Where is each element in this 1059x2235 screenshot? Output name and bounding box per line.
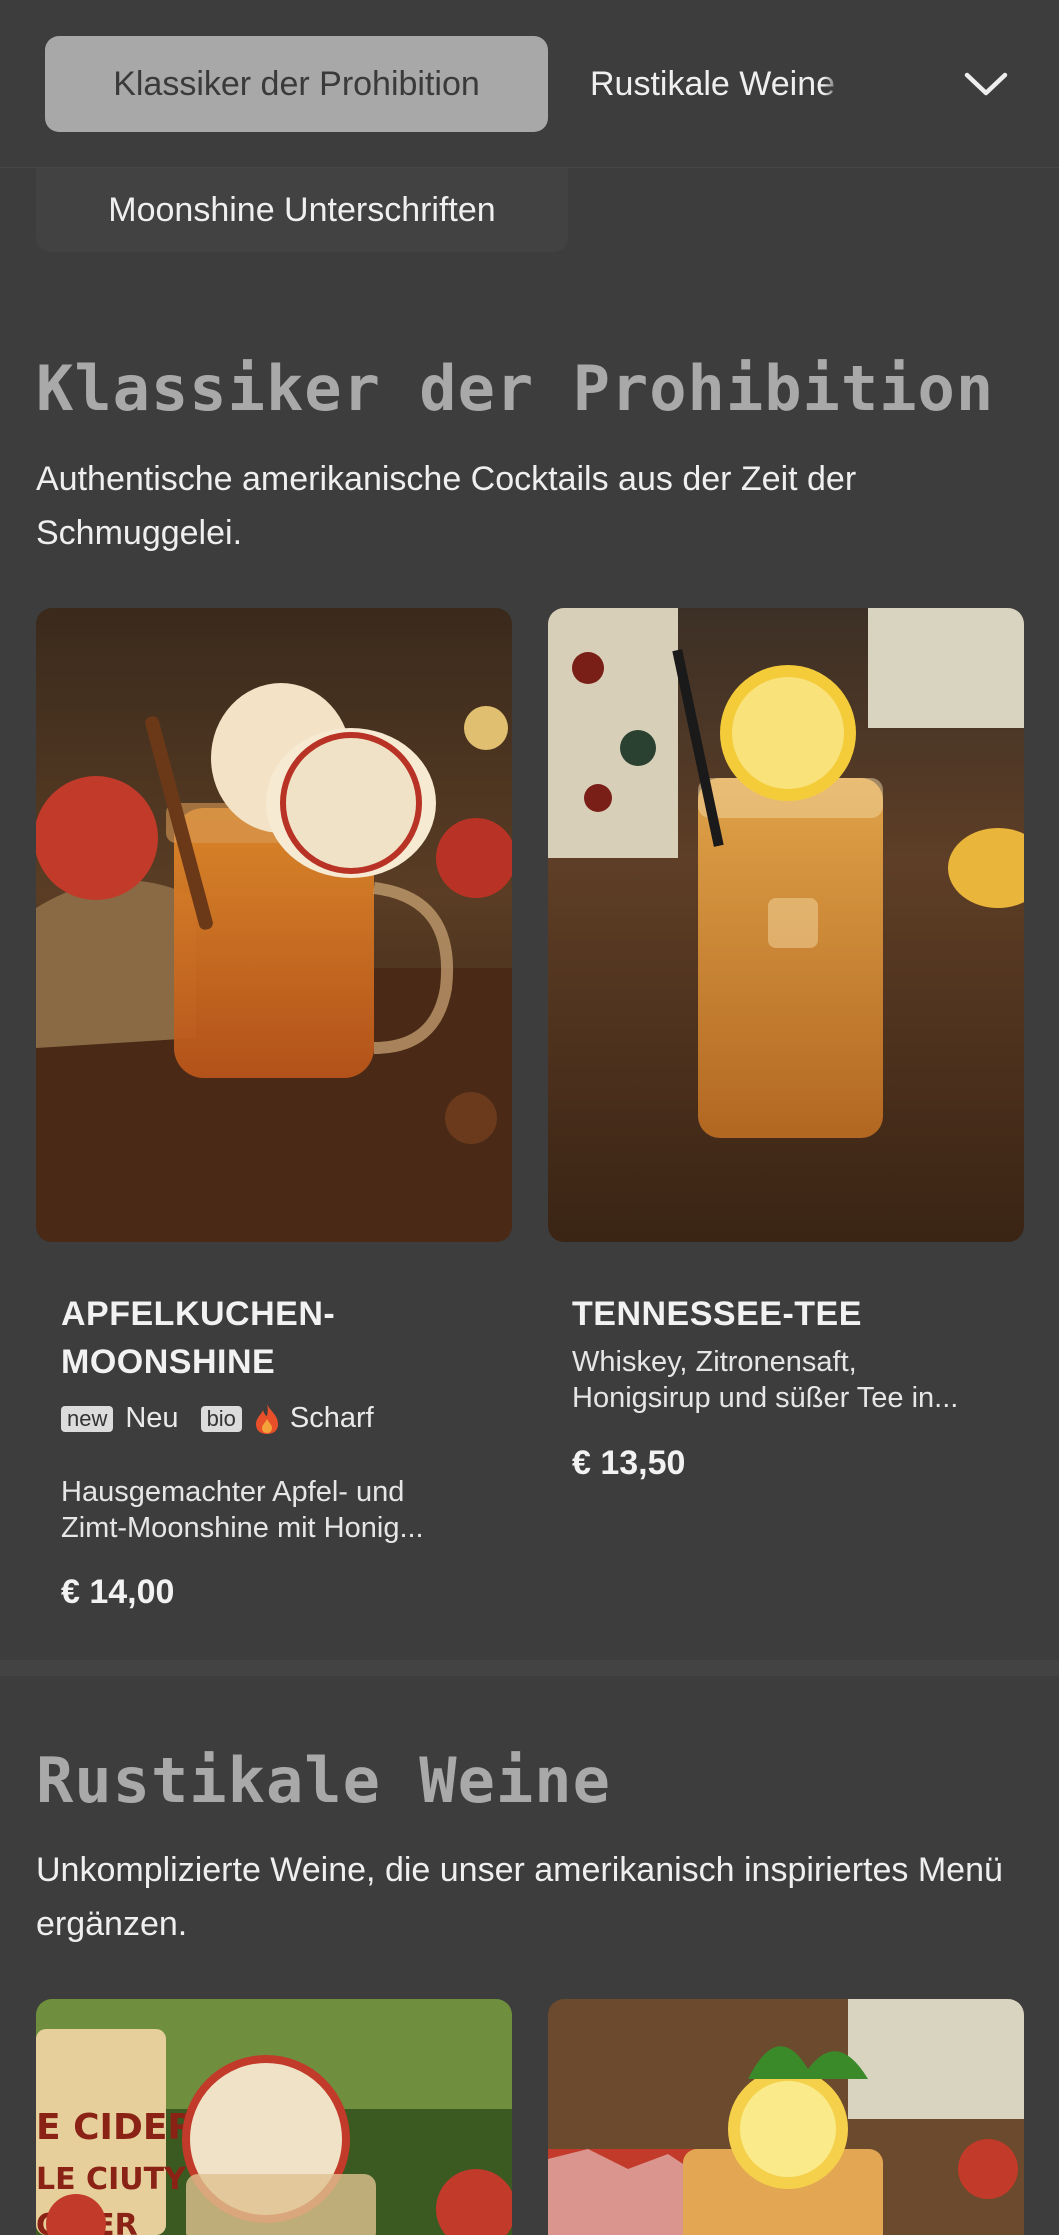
item-badges: new Neu bio Scharf [61, 1402, 374, 1435]
section-divider [0, 1660, 1059, 1676]
sign-text: LE CIUTY [36, 2162, 187, 2197]
product-image-apfelkuchen[interactable] [36, 608, 512, 1242]
item-description: Whiskey, Zitronensaft, Honigsirup und sü… [572, 1344, 958, 1416]
section-description: Unkomplizierte Weine, die unser amerikan… [36, 1851, 1003, 1943]
tab-label: Klassiker der Prohibition [113, 64, 480, 103]
item-description: Hausgemachter Apfel- und Zimt-Moonshine … [61, 1474, 424, 1546]
new-badge-tag: new [61, 1405, 114, 1432]
flame-icon [254, 1403, 280, 1435]
item-name-line: MOONSHINE [61, 1343, 276, 1381]
bio-badge-tag: bio [200, 1405, 242, 1432]
chevron-down-icon[interactable] [960, 58, 1012, 110]
item-description-line: Honigsirup und süßer Tee in... [572, 1382, 959, 1414]
section-title: Klassiker der Prohibition [36, 352, 995, 425]
item-description-line: Hausgemachter Apfel- und [61, 1476, 405, 1508]
tab-label: Moonshine Unterschriften [108, 190, 496, 229]
item-description-line: Whiskey, Zitronensaft, [572, 1346, 857, 1378]
product-image-tennessee-tee[interactable] [548, 608, 1024, 1242]
tab-klassiker-der-prohibition[interactable]: Klassiker der Prohibition [45, 36, 548, 132]
new-badge-label: Neu [125, 1402, 179, 1434]
item-name-line: APFELKUCHEN- [61, 1295, 336, 1333]
category-nav: Klassiker der Prohibition Rustikale Wei n… [0, 0, 1059, 168]
tab-label: Rustikale Wei [590, 64, 798, 103]
item-price: € 14,00 [61, 1573, 175, 1611]
item-name-line: TENNESSEE-TEE [572, 1295, 862, 1333]
spicy-badge-label: Scharf [289, 1402, 374, 1434]
item-name[interactable]: TENNESSEE-TEE [572, 1290, 862, 1338]
section-title: Rustikale Weine [36, 1744, 611, 1817]
product-image-lemonade[interactable] [548, 1999, 1024, 2235]
tab-moonshine-unterschriften[interactable]: Moonshine Unterschriften [36, 168, 568, 252]
item-price: € 13,50 [572, 1444, 686, 1482]
section-description: Authentische amerikanische Cocktails aus… [36, 460, 857, 552]
tab-label-fade: ne [797, 64, 836, 103]
tab-rustikale-weine[interactable]: Rustikale Wei ne [590, 36, 835, 132]
product-image-cider[interactable]: E CIDER LE CIUTY CIDER [36, 1999, 512, 2235]
item-description-line: Zimt-Moonshine mit Honig... [61, 1512, 424, 1544]
sign-text: E CIDER [36, 2107, 195, 2148]
item-name[interactable]: APFELKUCHEN- MOONSHINE [61, 1290, 335, 1386]
